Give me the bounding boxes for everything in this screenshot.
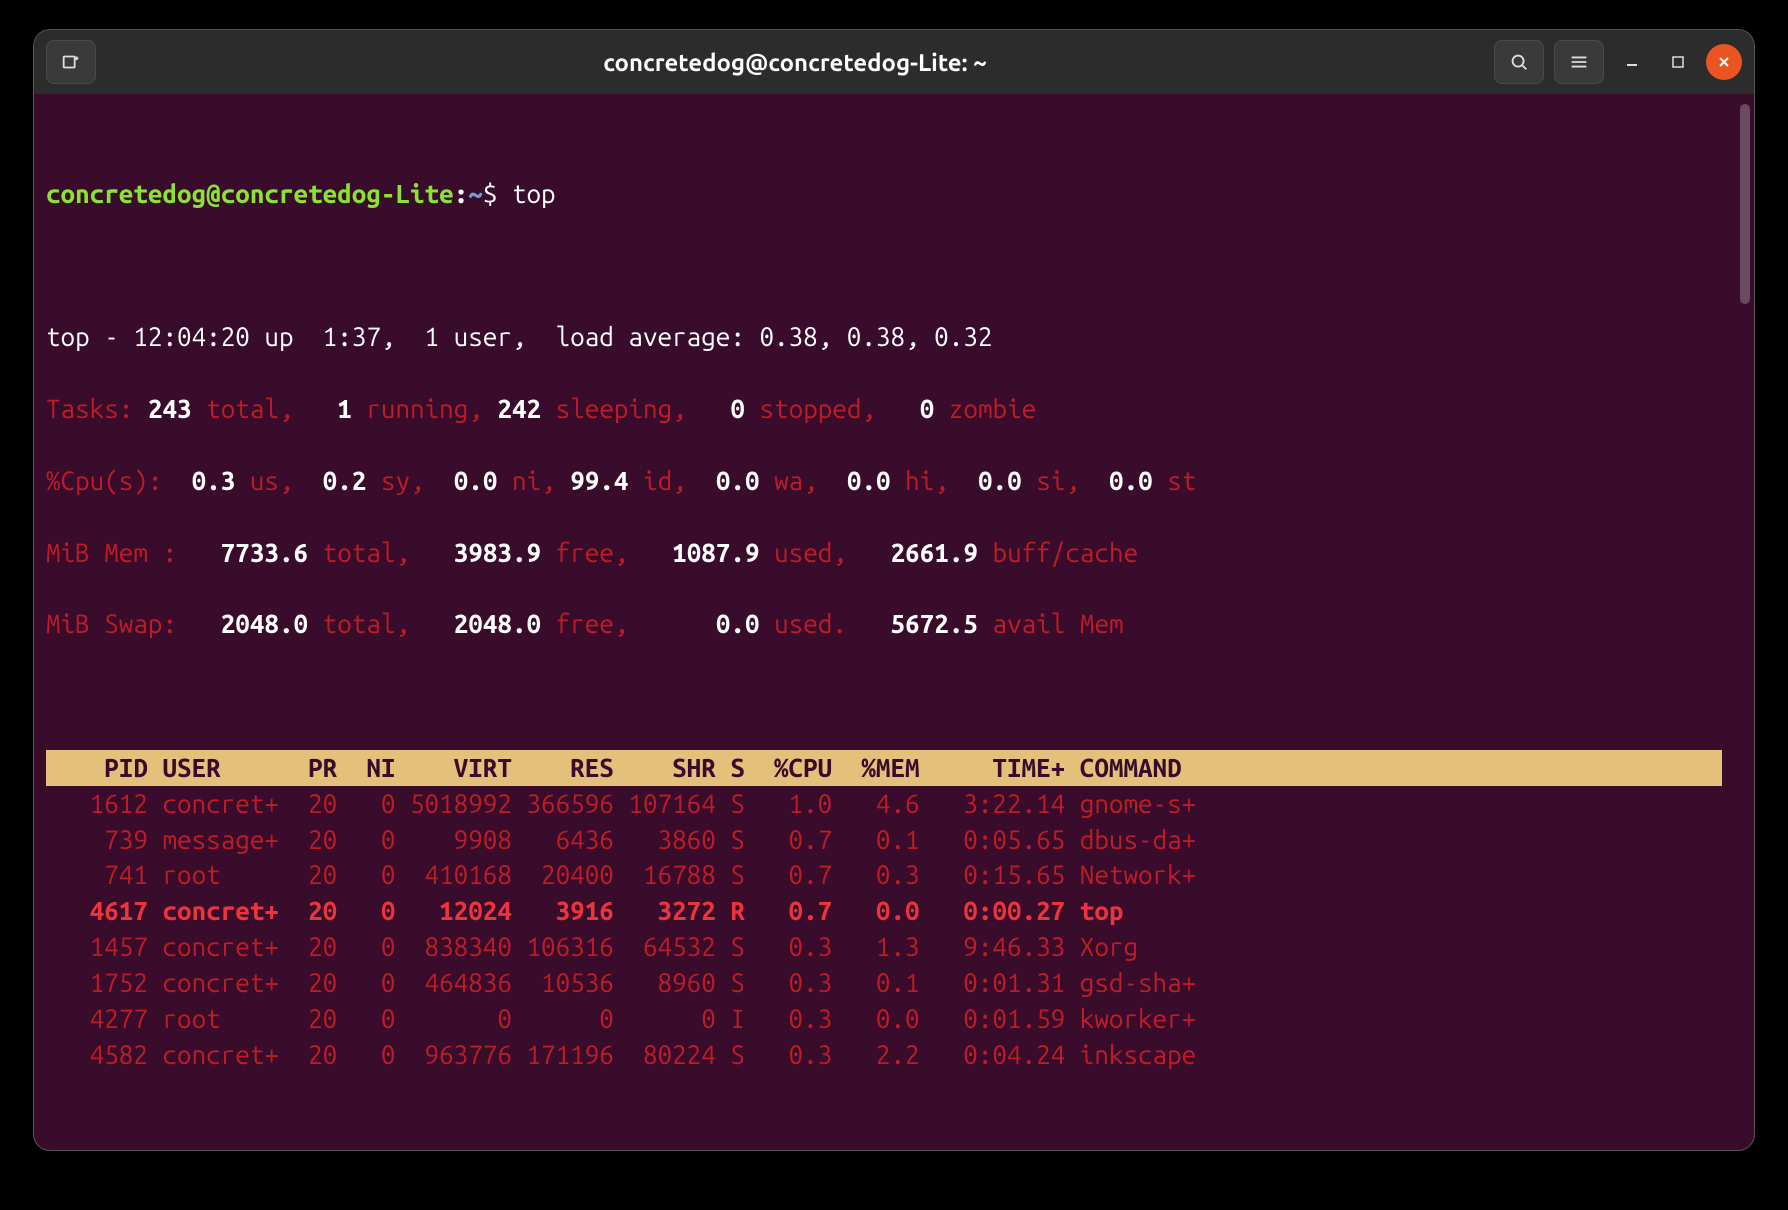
command-top: top bbox=[512, 179, 556, 208]
prompt-line-1: concretedog@concretedog-Lite:~$ top bbox=[46, 176, 1742, 212]
search-button[interactable] bbox=[1494, 40, 1544, 84]
top-tasks-line: Tasks: 243 total, 1 running, 242 sleepin… bbox=[46, 391, 1742, 427]
process-row: 4582 concret+ 20 0 963776 171196 80224 S… bbox=[46, 1037, 1742, 1073]
process-row: 4277 root 20 0 0 0 0 I 0.3 0.0 0:01.59 k… bbox=[46, 1001, 1742, 1037]
process-row: 1457 concret+ 20 0 838340 106316 64532 S… bbox=[46, 929, 1742, 965]
new-tab-button[interactable] bbox=[46, 40, 96, 84]
process-row: 4617 concret+ 20 0 12024 3916 3272 R 0.7… bbox=[46, 893, 1742, 929]
process-row: 741 root 20 0 410168 20400 16788 S 0.7 0… bbox=[46, 857, 1742, 893]
minimize-button[interactable] bbox=[1614, 44, 1650, 80]
prompt-user: concretedog@concretedog-Lite bbox=[46, 179, 454, 208]
top-swap-line: MiB Swap: 2048.0 total, 2048.0 free, 0.0… bbox=[46, 606, 1742, 642]
process-row: 739 message+ 20 0 9908 6436 3860 S 0.7 0… bbox=[46, 822, 1742, 858]
terminal-window: concretedog@concretedog-Lite: ~ concrete… bbox=[34, 30, 1754, 1150]
terminal-body[interactable]: concretedog@concretedog-Lite:~$ top top … bbox=[34, 94, 1754, 1150]
scrollbar[interactable] bbox=[1740, 104, 1750, 304]
top-cpu-line: %Cpu(s): 0.3 us, 0.2 sy, 0.0 ni, 99.4 id… bbox=[46, 463, 1742, 499]
process-row: 1612 concret+ 20 0 5018992 366596 107164… bbox=[46, 786, 1742, 822]
process-row: 1752 concret+ 20 0 464836 10536 8960 S 0… bbox=[46, 965, 1742, 1001]
top-mem-line: MiB Mem : 7733.6 total, 3983.9 free, 108… bbox=[46, 535, 1742, 571]
maximize-button[interactable] bbox=[1660, 44, 1696, 80]
window-title: concretedog@concretedog-Lite: ~ bbox=[106, 49, 1484, 76]
top-header: PID USER PR NI VIRT RES SHR S %CPU %MEM … bbox=[46, 750, 1722, 786]
close-button[interactable] bbox=[1706, 44, 1742, 80]
menu-button[interactable] bbox=[1554, 40, 1604, 84]
top-summary-line: top - 12:04:20 up 1:37, 1 user, load ave… bbox=[46, 319, 1742, 355]
titlebar: concretedog@concretedog-Lite: ~ bbox=[34, 30, 1754, 94]
process-list: 1612 concret+ 20 0 5018992 366596 107164… bbox=[46, 786, 1742, 1073]
